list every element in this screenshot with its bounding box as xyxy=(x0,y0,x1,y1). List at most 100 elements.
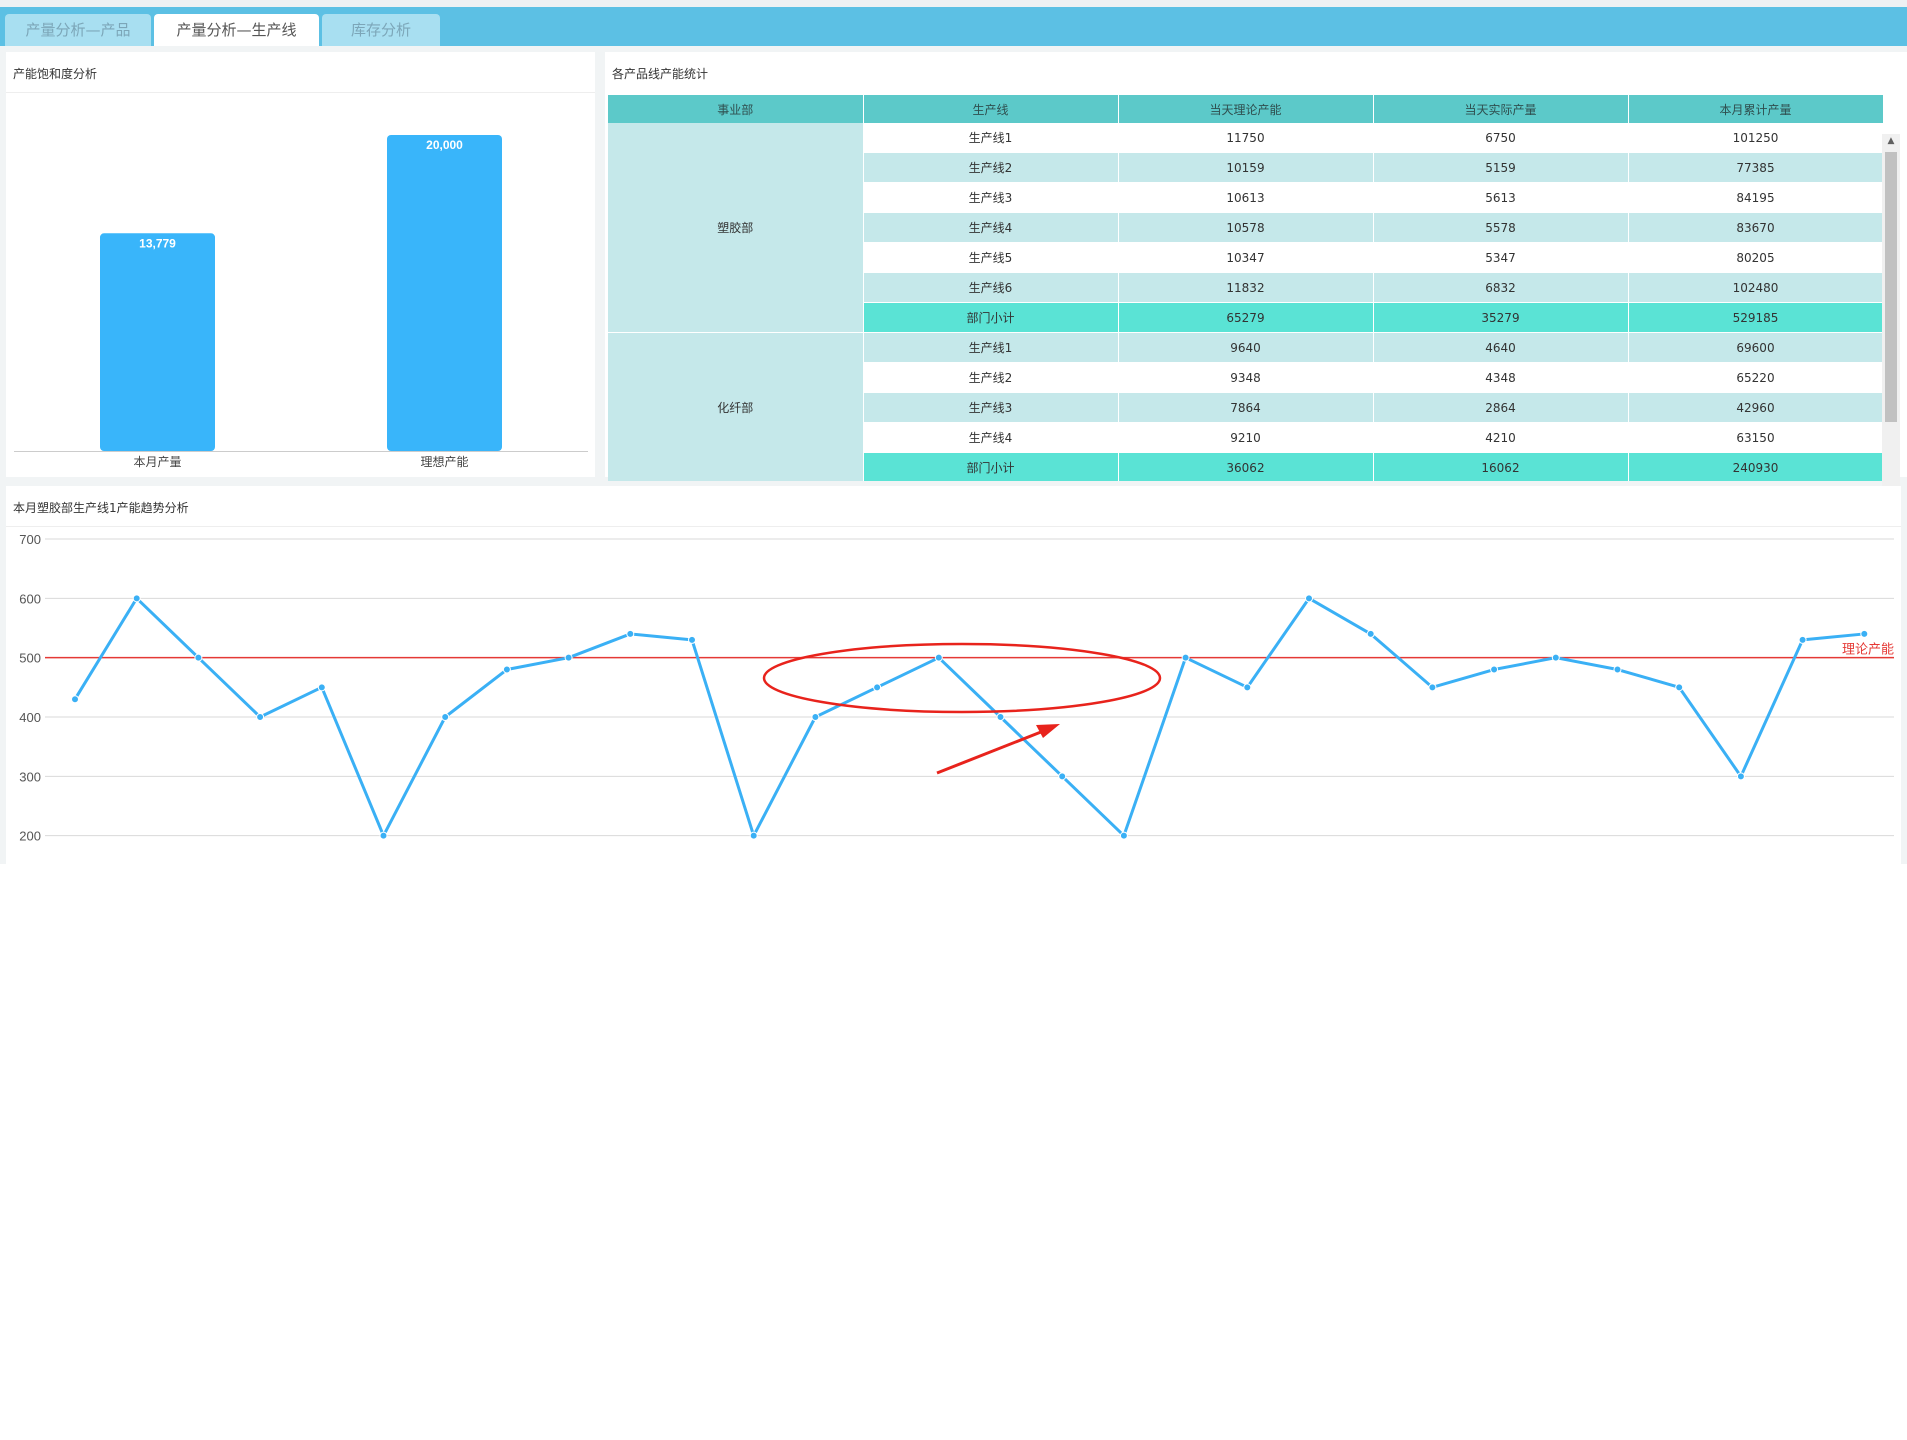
data-point[interactable] xyxy=(502,665,511,674)
col-header-cumulative[interactable]: 本月累计产量 xyxy=(1628,95,1883,123)
y-tick-label: 700 xyxy=(19,532,41,547)
cumulative-cell: 63150 xyxy=(1628,422,1883,453)
table-header-row: 事业部 生产线 当天理论产能 当天实际产量 本月累计产量 xyxy=(608,95,1883,123)
data-point[interactable] xyxy=(1613,665,1622,674)
tab-line-output[interactable]: 产量分析—生产线 xyxy=(154,14,319,46)
col-header-theoretical[interactable]: 当天理论产能 xyxy=(1118,95,1374,123)
data-point[interactable] xyxy=(1243,683,1252,692)
bar[interactable] xyxy=(100,233,215,451)
data-point[interactable] xyxy=(1736,772,1745,781)
data-point[interactable] xyxy=(996,713,1005,721)
stats-panel-title: 各产品线产能统计 xyxy=(612,67,709,81)
cumulative-cell: 42960 xyxy=(1628,392,1883,423)
dashboard-area: 产能饱和度分析 13,779 本月产量 20,000 理想产能 各产品线产能统计 事业… xyxy=(0,46,1907,864)
stats-table-wrapper: 事业部 生产线 当天理论产能 当天实际产量 本月累计产量 塑胶部 生产线1 1175… xyxy=(608,95,1883,481)
data-point[interactable] xyxy=(1798,635,1807,644)
theoretical-cell: 9348 xyxy=(1118,362,1374,393)
cumulative-cell: 83670 xyxy=(1628,212,1883,243)
y-tick-label: 500 xyxy=(19,651,41,666)
data-point[interactable] xyxy=(1860,629,1869,638)
saturation-panel: 产能饱和度分析 13,779 本月产量 20,000 理想产能 xyxy=(6,52,595,477)
actual-cell: 5159 xyxy=(1373,152,1629,183)
annotation-arrowhead-icon xyxy=(1036,724,1060,738)
table-scrollbar[interactable]: ▲ ▼ xyxy=(1882,134,1900,520)
department-cell: 化纤部 xyxy=(608,332,864,481)
data-point[interactable] xyxy=(564,653,573,662)
cumulative-cell: 529185 xyxy=(1628,302,1883,333)
tab-inventory[interactable]: 库存分析 xyxy=(322,14,440,46)
cumulative-cell: 240930 xyxy=(1628,452,1883,481)
actual-cell: 5613 xyxy=(1373,182,1629,213)
data-point[interactable] xyxy=(873,683,882,692)
cumulative-cell: 101250 xyxy=(1628,123,1883,153)
line-cell: 生产线1 xyxy=(863,332,1119,363)
data-point[interactable] xyxy=(1675,683,1684,692)
cumulative-cell: 84195 xyxy=(1628,182,1883,213)
actual-cell: 4640 xyxy=(1373,332,1629,363)
line-cell: 部门小计 xyxy=(863,452,1119,481)
y-tick-label: 300 xyxy=(19,769,41,784)
data-point[interactable] xyxy=(1119,831,1128,840)
col-header-line[interactable]: 生产线 xyxy=(863,95,1119,123)
x-tick-label: 本月产量 xyxy=(133,455,181,469)
data-point[interactable] xyxy=(1428,683,1437,692)
scroll-up-arrow-icon[interactable]: ▲ xyxy=(1882,134,1900,148)
data-point[interactable] xyxy=(749,831,758,840)
y-tick-label: 400 xyxy=(19,710,41,725)
data-point[interactable] xyxy=(194,653,203,662)
stats-table: 事业部 生产线 当天理论产能 当天实际产量 本月累计产量 塑胶部 生产线1 1175… xyxy=(608,95,1883,481)
saturation-bar-chart: 13,779 本月产量 20,000 理想产能 xyxy=(14,135,588,469)
theoretical-cell: 10159 xyxy=(1118,152,1374,183)
data-point[interactable] xyxy=(71,695,79,704)
data-point[interactable] xyxy=(1490,665,1499,674)
data-point[interactable] xyxy=(1551,653,1560,662)
actual-cell: 6750 xyxy=(1373,123,1629,153)
scroll-thumb[interactable] xyxy=(1885,152,1897,422)
line-cell: 生产线2 xyxy=(863,362,1119,393)
stats-panel: 各产品线产能统计 事业部 生产线 当天理论产能 当天实际产量 本月累计产量 塑胶… xyxy=(605,52,1907,481)
theoretical-cell: 10347 xyxy=(1118,242,1374,273)
data-point[interactable] xyxy=(626,629,635,638)
data-point[interactable] xyxy=(1058,772,1067,781)
theoretical-cell: 11832 xyxy=(1118,272,1374,303)
department-cell: 塑胶部 xyxy=(608,123,864,333)
bar[interactable] xyxy=(387,135,502,451)
y-tick-label: 600 xyxy=(19,591,41,606)
cumulative-cell: 77385 xyxy=(1628,152,1883,183)
line-cell: 生产线3 xyxy=(863,392,1119,423)
line-cell: 生产线4 xyxy=(863,212,1119,243)
cumulative-cell: 102480 xyxy=(1628,272,1883,303)
data-point[interactable] xyxy=(317,683,326,692)
cumulative-cell: 65220 xyxy=(1628,362,1883,393)
data-point[interactable] xyxy=(132,594,141,603)
trend-panel: 本月塑胶部生产线1产能趋势分析 100200300400500600700理论产… xyxy=(6,486,1901,864)
data-point[interactable] xyxy=(1366,629,1375,638)
data-point[interactable] xyxy=(1305,594,1313,603)
y-tick-label: 200 xyxy=(19,829,41,844)
data-point[interactable] xyxy=(256,713,265,721)
col-header-actual[interactable]: 当天实际产量 xyxy=(1373,95,1629,123)
top-strip xyxy=(0,0,1907,7)
trend-line-chart: 100200300400500600700理论产能 xyxy=(19,532,1894,844)
actual-cell: 4210 xyxy=(1373,422,1629,453)
actual-cell: 16062 xyxy=(1373,452,1629,481)
data-point[interactable] xyxy=(441,713,450,721)
actual-cell: 35279 xyxy=(1373,302,1629,333)
data-point[interactable] xyxy=(1181,653,1190,662)
theoretical-cell: 9210 xyxy=(1118,422,1374,453)
data-point[interactable] xyxy=(811,713,820,721)
line-cell: 生产线6 xyxy=(863,272,1119,303)
theoretical-cell: 10613 xyxy=(1118,182,1374,213)
theoretical-cell: 9640 xyxy=(1118,332,1374,363)
x-tick-label: 理想产能 xyxy=(420,454,468,469)
tab-product-output[interactable]: 产量分析—产品 xyxy=(5,14,151,46)
data-point[interactable] xyxy=(934,653,943,662)
col-header-department[interactable]: 事业部 xyxy=(608,95,864,123)
theoretical-cell: 7864 xyxy=(1118,392,1374,423)
annotation-arrow-shaft xyxy=(936,728,1047,775)
line-cell: 生产线3 xyxy=(863,182,1119,213)
line-cell: 生产线4 xyxy=(863,422,1119,453)
theoretical-cell: 11750 xyxy=(1118,123,1374,153)
data-point[interactable] xyxy=(379,831,388,840)
data-point[interactable] xyxy=(688,635,696,644)
